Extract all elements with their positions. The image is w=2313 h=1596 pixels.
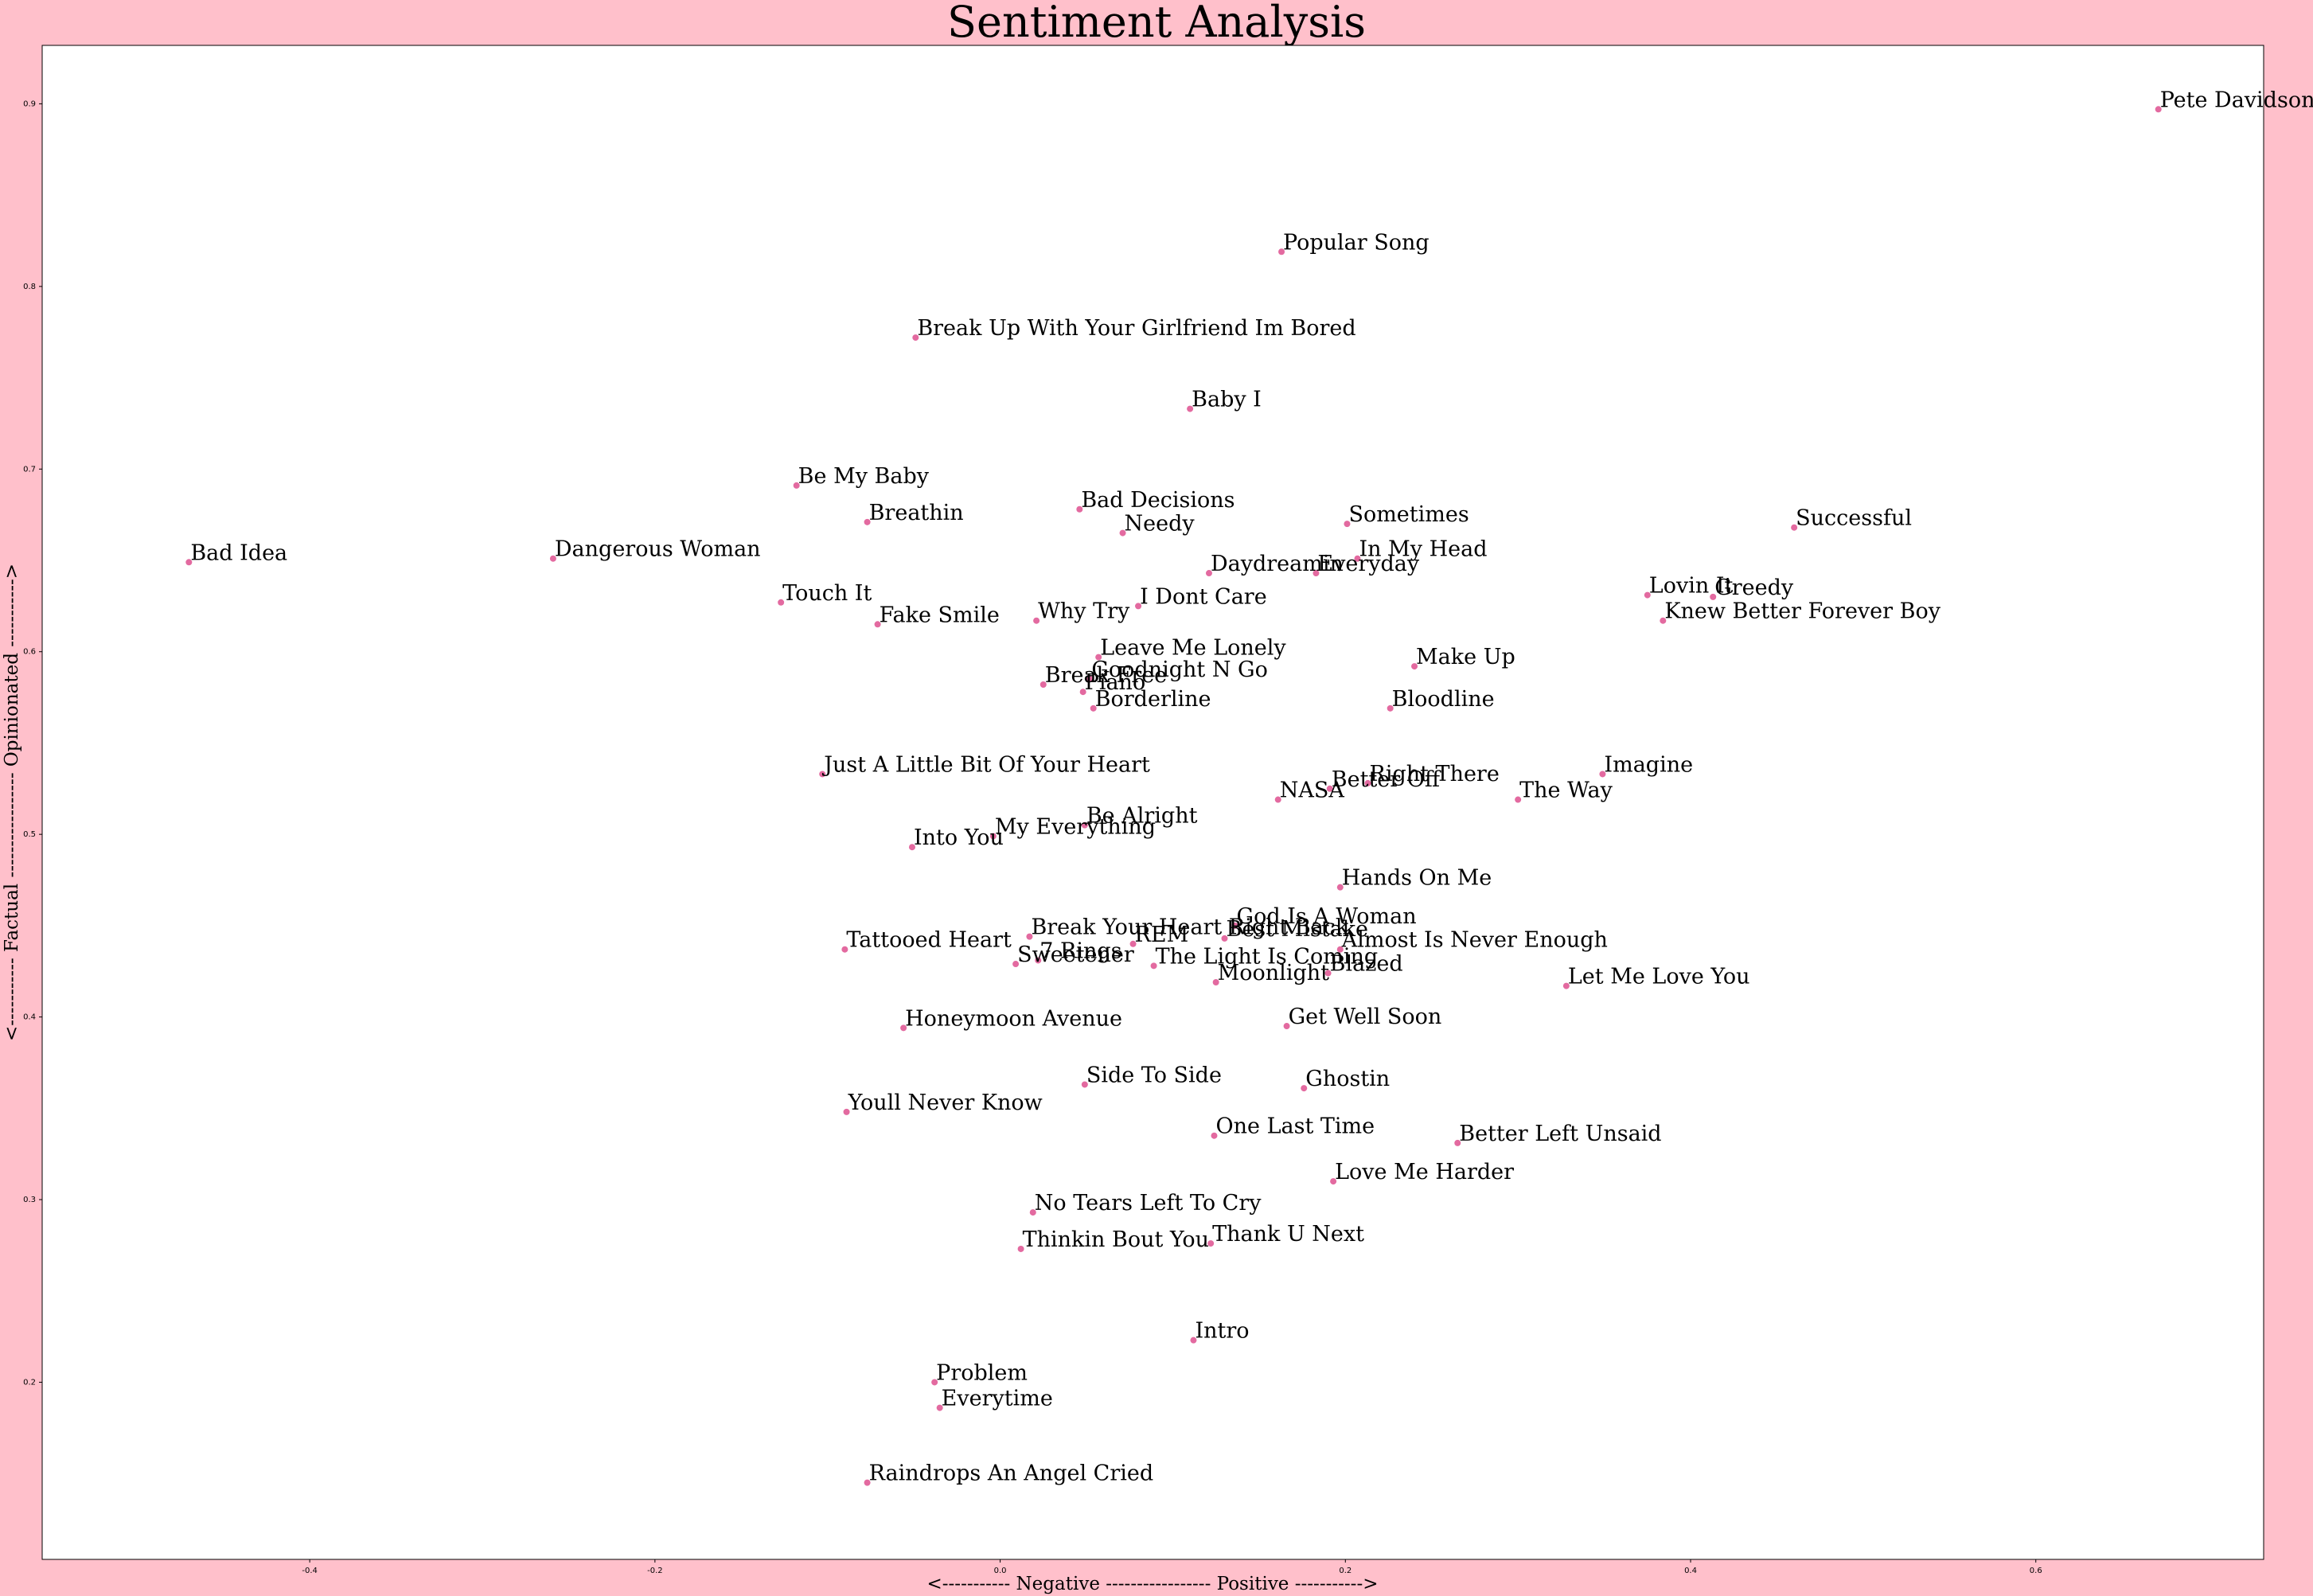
x-tick-label: 0.6 bbox=[2030, 1567, 2042, 1575]
chart-title: Sentiment Analysis bbox=[947, 0, 1366, 47]
data-label: Let Me Love You bbox=[1568, 965, 1750, 989]
data-label: One Last Time bbox=[1215, 1114, 1375, 1139]
data-label: Thinkin Bout You bbox=[1023, 1227, 1209, 1252]
data-label: Borderline bbox=[1095, 687, 1211, 712]
data-label: Love Me Harder bbox=[1335, 1160, 1514, 1184]
data-label: Be My Baby bbox=[798, 464, 930, 489]
data-label: No Tears Left To Cry bbox=[1035, 1191, 1262, 1216]
data-label: Raindrops An Angel Cried bbox=[869, 1461, 1154, 1486]
data-label: Break Up With Your Girlfriend Im Bored bbox=[917, 316, 1355, 341]
data-label: Everytime bbox=[942, 1387, 1053, 1411]
y-tick-label: 0.7 bbox=[23, 465, 36, 474]
y-tick-label: 0.5 bbox=[23, 830, 36, 839]
y-tick-label: 0.4 bbox=[23, 1013, 36, 1022]
data-label: Dangerous Woman bbox=[555, 537, 761, 562]
data-label: The Way bbox=[1519, 778, 1613, 803]
data-label: Make Up bbox=[1416, 645, 1515, 669]
y-tick-label: 0.9 bbox=[23, 100, 36, 108]
plot-area bbox=[41, 45, 2264, 1560]
y-axis: 0.2 0.3 0.4 0.5 0.6 0.7 0.8 0.9 bbox=[23, 100, 42, 1387]
y-tick-label: 0.2 bbox=[23, 1378, 36, 1387]
data-label: Thank U Next bbox=[1212, 1222, 1364, 1247]
data-label: Leave Me Lonely bbox=[1100, 636, 1286, 661]
data-label: Knew Better Forever Boy bbox=[1664, 599, 1941, 624]
x-axis: -0.4 -0.2 0.0 0.2 0.4 0.6 bbox=[302, 1559, 2042, 1575]
data-label: Needy bbox=[1125, 512, 1196, 537]
data-label: Tattooed Heart bbox=[846, 928, 1012, 953]
data-label: Honeymoon Avenue bbox=[905, 1006, 1122, 1031]
data-label: Better Off bbox=[1332, 767, 1441, 792]
data-label: Better Left Unsaid bbox=[1459, 1122, 1661, 1146]
y-tick-label: 0.3 bbox=[23, 1196, 36, 1204]
data-label: Why Try bbox=[1038, 599, 1130, 624]
data-label: Pete Davidson bbox=[2160, 88, 2313, 112]
data-label: Bloodline bbox=[1392, 687, 1495, 712]
scatter-chart: Sentiment Analysis -0.4 -0.2 0.0 0.2 0.4 0.6 … bbox=[2, 0, 2313, 1594]
data-label: Greedy bbox=[1714, 576, 1794, 600]
data-label: Sweetener bbox=[1017, 942, 1134, 967]
data-label: I Dont Care bbox=[1140, 584, 1267, 609]
data-label: Intro bbox=[1195, 1319, 1249, 1344]
data-label: Baby I bbox=[1192, 388, 1262, 412]
data-label: Touch It bbox=[782, 581, 872, 606]
data-label: Bad Idea bbox=[190, 540, 287, 565]
data-label: Moonlight bbox=[1218, 961, 1329, 985]
data-label: My Everything bbox=[995, 814, 1156, 839]
data-label: Hands On Me bbox=[1342, 866, 1492, 891]
data-label: Everyday bbox=[1317, 552, 1419, 576]
y-axis-label: <----------- Factual ----------------- O… bbox=[2, 564, 22, 1041]
data-label: Popular Song bbox=[1283, 230, 1430, 255]
data-label: NASA bbox=[1280, 778, 1345, 803]
data-label: Sometimes bbox=[1348, 502, 1469, 527]
data-label: Side To Side bbox=[1086, 1063, 1222, 1087]
data-label: Ghostin bbox=[1305, 1067, 1390, 1091]
data-label: Get Well Soon bbox=[1289, 1005, 1442, 1029]
data-label: Breathin bbox=[869, 501, 964, 525]
data-label: Successful bbox=[1796, 506, 1912, 531]
chart-figure: Sentiment Analysis -0.4 -0.2 0.0 0.2 0.4 0.6 … bbox=[0, 0, 2313, 1596]
data-label: REM bbox=[1135, 923, 1189, 947]
x-axis-label: <----------- Negative ----------------- … bbox=[926, 1574, 1378, 1594]
x-tick-label: 0.4 bbox=[1684, 1567, 1697, 1575]
y-tick-label: 0.6 bbox=[23, 648, 36, 657]
data-label: Into You bbox=[914, 825, 1004, 850]
data-label: Almost Is Never Enough bbox=[1341, 928, 1608, 953]
data-label: Fake Smile bbox=[880, 603, 1000, 627]
data-label: Youll Never Know bbox=[848, 1091, 1043, 1115]
x-tick-label: -0.2 bbox=[647, 1567, 663, 1575]
data-label: Blazed bbox=[1330, 952, 1403, 977]
x-tick-label: -0.4 bbox=[302, 1567, 318, 1575]
data-label: Imagine bbox=[1604, 752, 1693, 777]
data-label: Problem bbox=[936, 1360, 1028, 1385]
y-tick-label: 0.8 bbox=[23, 283, 36, 291]
data-label: Just A Little Bit Of Your Heart bbox=[821, 752, 1150, 777]
data-label: Bad Decisions bbox=[1081, 488, 1235, 513]
